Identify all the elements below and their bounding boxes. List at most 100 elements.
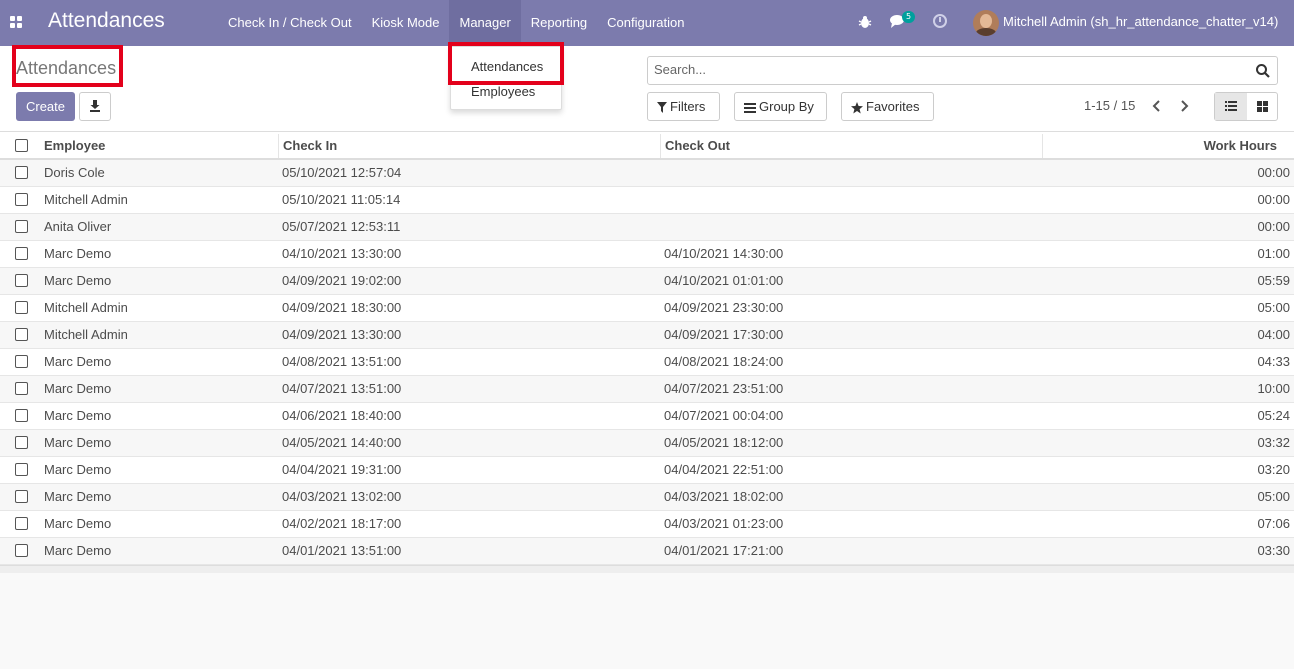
debug-bug-icon[interactable] xyxy=(858,15,872,29)
cell-work-hours: 10:00 xyxy=(1257,381,1290,396)
row-checkbox[interactable] xyxy=(15,328,28,341)
column-header-check-out[interactable]: Check Out xyxy=(665,132,730,160)
row-checkbox[interactable] xyxy=(15,355,28,368)
cell-employee: Marc Demo xyxy=(44,273,112,288)
menu-check-in-check-out[interactable]: Check In / Check Out xyxy=(218,0,362,46)
control-panel: Attendances Create Filters Group By Favo… xyxy=(0,45,1294,132)
export-button[interactable] xyxy=(79,92,111,121)
table-row[interactable]: Marc Demo 04/09/2021 19:02:00 04/10/2021 0… xyxy=(0,268,1294,295)
cell-check-out: 04/10/2021 14:30:00 xyxy=(664,246,784,261)
cell-check-in: 05/10/2021 11:05:14 xyxy=(282,192,401,207)
cell-check-out: 04/08/2021 18:24:00 xyxy=(664,354,784,369)
table-row[interactable]: Marc Demo 04/02/2021 18:17:00 04/03/2021 0… xyxy=(0,511,1294,538)
pager-previous-icon[interactable] xyxy=(1150,98,1164,114)
cell-employee: Marc Demo xyxy=(44,516,112,531)
apps-menu-icon[interactable] xyxy=(10,16,23,29)
cell-check-in: 04/09/2021 13:30:00 xyxy=(282,327,402,342)
column-header-check-in[interactable]: Check In xyxy=(283,132,337,160)
pager-next-icon[interactable] xyxy=(1177,98,1191,114)
column-header-work-hours[interactable]: Work Hours xyxy=(1204,132,1277,160)
table-row[interactable]: Marc Demo 04/07/2021 13:51:00 04/07/2021 2… xyxy=(0,376,1294,403)
view-switcher xyxy=(1214,92,1278,121)
cell-check-out: 04/07/2021 00:04:00 xyxy=(664,408,784,423)
menu-configuration[interactable]: Configuration xyxy=(597,0,694,46)
cell-work-hours: 00:00 xyxy=(1257,219,1290,234)
cell-check-out: 04/10/2021 01:01:00 xyxy=(664,273,784,288)
table-row[interactable]: Marc Demo 04/05/2021 14:40:00 04/05/2021 1… xyxy=(0,430,1294,457)
cell-employee: Mitchell Admin xyxy=(44,327,128,342)
row-checkbox[interactable] xyxy=(15,544,28,557)
cell-employee: Mitchell Admin xyxy=(44,192,128,207)
cell-check-out: 04/07/2021 23:51:00 xyxy=(664,381,784,396)
table-header: Employee Check In Check Out Work Hours xyxy=(0,132,1294,160)
user-menu[interactable]: Mitchell Admin (sh_hr_attendance_chatter… xyxy=(1003,14,1278,29)
column-separator xyxy=(660,134,661,158)
menu-reporting[interactable]: Reporting xyxy=(521,0,597,46)
table-row[interactable]: Marc Demo 04/10/2021 13:30:00 04/10/2021 1… xyxy=(0,241,1294,268)
pager-value[interactable]: 1-15 / 15 xyxy=(1084,98,1135,113)
menu-kiosk-mode[interactable]: Kiosk Mode xyxy=(362,0,450,46)
row-checkbox[interactable] xyxy=(15,490,28,503)
column-header-employee[interactable]: Employee xyxy=(44,132,105,160)
row-checkbox[interactable] xyxy=(15,193,28,206)
cell-check-in: 04/06/2021 18:40:00 xyxy=(282,408,402,423)
menu-manager[interactable]: Manager xyxy=(449,0,521,46)
list-view-icon xyxy=(1225,101,1237,111)
table-row[interactable]: Mitchell Admin 05/10/2021 11:05:14 00:00 xyxy=(0,187,1294,214)
table-row[interactable]: Doris Cole 05/10/2021 12:57:04 00:00 xyxy=(0,160,1294,187)
cell-work-hours: 03:30 xyxy=(1257,543,1290,558)
cell-employee: Marc Demo xyxy=(44,354,112,369)
cell-check-in: 05/10/2021 12:57:04 xyxy=(282,165,402,180)
dropdown-item-attendances[interactable]: Attendances xyxy=(471,59,543,74)
search-input[interactable] xyxy=(654,62,1234,77)
row-checkbox[interactable] xyxy=(15,517,28,530)
cell-check-in: 04/01/2021 13:51:00 xyxy=(282,543,402,558)
table-row[interactable]: Anita Oliver 05/07/2021 12:53:11 00:00 xyxy=(0,214,1294,241)
row-checkbox[interactable] xyxy=(15,220,28,233)
user-avatar[interactable] xyxy=(973,10,999,36)
title-highlight-box xyxy=(12,45,123,87)
row-checkbox[interactable] xyxy=(15,166,28,179)
row-checkbox[interactable] xyxy=(15,274,28,287)
dropdown-item-employees[interactable]: Employees xyxy=(471,84,535,99)
cell-check-in: 04/03/2021 13:02:00 xyxy=(282,489,402,504)
cell-work-hours: 00:00 xyxy=(1257,165,1290,180)
table-row[interactable]: Marc Demo 04/01/2021 13:51:00 04/01/2021 1… xyxy=(0,538,1294,565)
cell-check-in: 04/05/2021 14:40:00 xyxy=(282,435,402,450)
row-checkbox[interactable] xyxy=(15,463,28,476)
cell-check-out: 04/04/2021 22:51:00 xyxy=(664,462,784,477)
activity-clock-icon[interactable] xyxy=(933,14,947,28)
row-checkbox[interactable] xyxy=(15,382,28,395)
app-brand[interactable]: Attendances xyxy=(48,9,165,33)
filter-icon xyxy=(657,102,667,114)
row-checkbox[interactable] xyxy=(15,409,28,422)
table-row[interactable]: Marc Demo 04/06/2021 18:40:00 04/07/2021 0… xyxy=(0,403,1294,430)
table-row[interactable]: Marc Demo 04/04/2021 19:31:00 04/04/2021 2… xyxy=(0,457,1294,484)
group-by-button[interactable]: Group By xyxy=(734,92,827,121)
filters-button[interactable]: Filters xyxy=(647,92,720,121)
group-by-icon xyxy=(744,102,756,113)
kanban-view-button[interactable] xyxy=(1247,93,1279,120)
cell-work-hours: 04:00 xyxy=(1257,327,1290,342)
favorites-button[interactable]: Favorites xyxy=(841,92,934,121)
create-button[interactable]: Create xyxy=(16,92,75,121)
cell-check-out: 04/09/2021 23:30:00 xyxy=(664,300,784,315)
list-view-button[interactable] xyxy=(1215,93,1247,120)
filters-label: Filters xyxy=(670,99,706,114)
group-by-label: Group By xyxy=(759,99,814,114)
table-row[interactable]: Mitchell Admin 04/09/2021 18:30:00 04/09/2… xyxy=(0,295,1294,322)
top-navbar: Attendances Check In / Check Out Kiosk M… xyxy=(0,0,1294,46)
row-checkbox[interactable] xyxy=(15,247,28,260)
row-checkbox[interactable] xyxy=(15,301,28,314)
table-row[interactable]: Mitchell Admin 04/09/2021 13:30:00 04/09/2… xyxy=(0,322,1294,349)
search-icon[interactable] xyxy=(1255,63,1271,79)
table-row[interactable]: Marc Demo 04/03/2021 13:02:00 04/03/2021 1… xyxy=(0,484,1294,511)
cell-check-in: 04/08/2021 13:51:00 xyxy=(282,354,402,369)
row-checkbox[interactable] xyxy=(15,436,28,449)
table-body: Doris Cole 05/10/2021 12:57:04 00:00 Mitche… xyxy=(0,160,1294,565)
cell-employee: Mitchell Admin xyxy=(44,300,128,315)
message-count-badge: 5 xyxy=(902,11,916,23)
cell-check-out: 04/03/2021 01:23:00 xyxy=(664,516,784,531)
table-row[interactable]: Marc Demo 04/08/2021 13:51:00 04/08/2021 1… xyxy=(0,349,1294,376)
select-all-checkbox[interactable] xyxy=(15,139,28,152)
